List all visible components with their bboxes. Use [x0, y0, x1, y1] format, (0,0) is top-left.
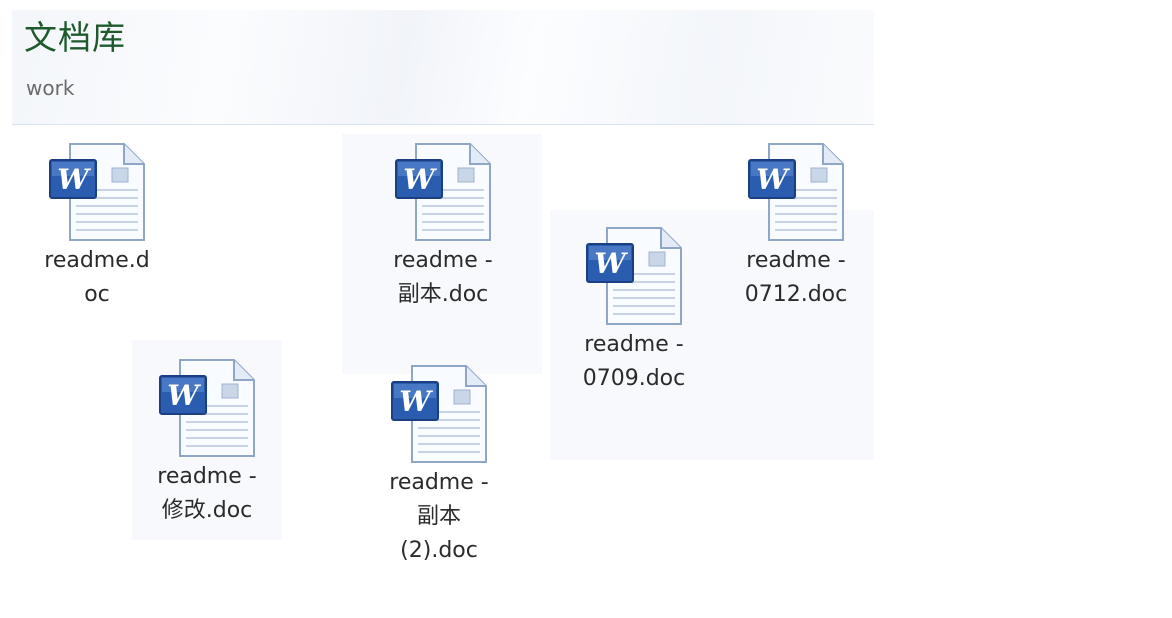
file-name: readme - 副本.doc	[393, 248, 493, 307]
svg-text:W: W	[594, 247, 628, 280]
file-name: readme - 修改.doc	[157, 464, 257, 523]
file-item[interactable]: W readme - 修改.doc	[142, 356, 272, 528]
word-doc-icon: W	[152, 356, 262, 460]
svg-text:W: W	[57, 163, 91, 196]
file-item[interactable]: W readme.d oc	[32, 140, 162, 312]
file-name: readme.d oc	[44, 248, 150, 307]
svg-text:W: W	[756, 163, 790, 196]
library-subtitle: work	[26, 76, 75, 100]
library-header: 文档库 work	[12, 10, 874, 125]
word-doc-icon: W	[42, 140, 152, 244]
word-doc-icon: W	[741, 140, 851, 244]
file-item[interactable]: W readme - 副本.doc	[378, 140, 508, 312]
file-item[interactable]: W readme - 0709.doc	[569, 224, 699, 396]
word-doc-icon: W	[579, 224, 689, 328]
svg-text:W: W	[399, 385, 433, 418]
file-name: readme - 副本 (2).doc	[389, 470, 489, 563]
svg-text:W: W	[403, 163, 437, 196]
word-doc-icon: W	[388, 140, 498, 244]
file-name: readme - 0709.doc	[582, 332, 686, 391]
library-title: 文档库	[24, 18, 126, 57]
word-doc-icon: W	[384, 362, 494, 466]
file-name: readme - 0712.doc	[744, 248, 848, 307]
file-item[interactable]: W readme - 0712.doc	[731, 140, 861, 312]
library-window: 文档库 work W readme.d oc W readme - 副本.doc…	[12, 10, 874, 596]
file-item[interactable]: W readme - 副本 (2).doc	[374, 362, 504, 568]
svg-text:W: W	[167, 379, 201, 412]
